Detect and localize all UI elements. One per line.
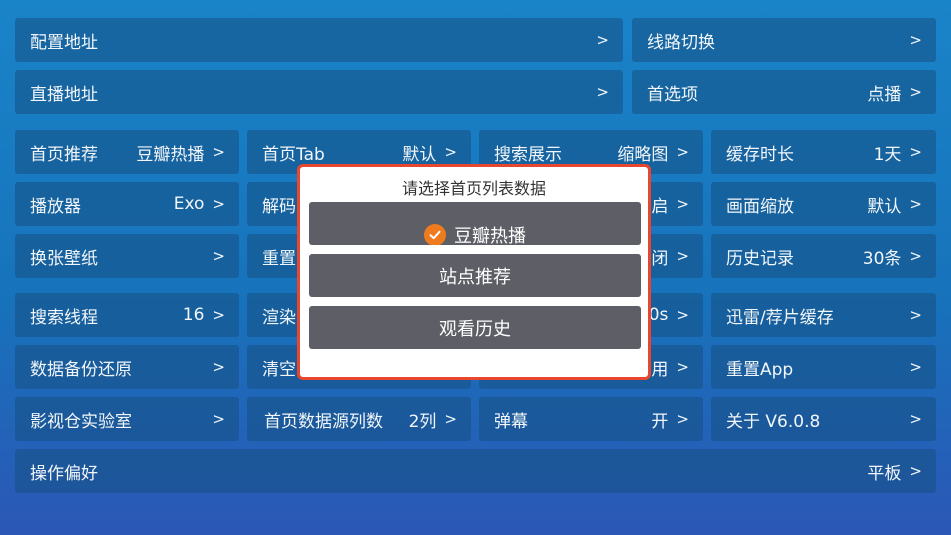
cache-duration-label: 缓存时长 (726, 144, 794, 165)
player-row[interactable]: 播放器 Exo > (15, 182, 239, 226)
chevron-right-icon: > (676, 195, 689, 213)
reset-app-label: 重置App (726, 359, 794, 380)
chevron-right-icon: > (596, 83, 609, 101)
chevron-right-icon: > (676, 410, 689, 428)
operation-pref-label: 操作偏好 (30, 463, 98, 484)
chevron-right-icon: > (212, 247, 225, 265)
home-tab-value: 默认 (402, 144, 437, 165)
dialog-option-site-recommend[interactable]: 站点推荐 (309, 254, 641, 297)
chevron-right-icon: > (909, 462, 922, 480)
thunder-cache-row[interactable]: 迅雷/荐片缓存 > (711, 293, 936, 337)
chevron-right-icon: > (676, 306, 689, 324)
chevron-right-icon: > (676, 247, 689, 265)
search-display-label: 搜索展示 (494, 144, 562, 165)
reset-label: 重置 (262, 248, 296, 269)
dialog-option-label: 观看历史 (439, 318, 511, 340)
config-address-label: 配置地址 (30, 32, 98, 53)
chevron-right-icon: > (212, 143, 225, 161)
dialog-option-watch-history[interactable]: 观看历史 (309, 306, 641, 349)
data-backup-row[interactable]: 数据备份还原 > (15, 345, 239, 389)
live-address-row[interactable]: 直播地址 > (15, 70, 623, 114)
chevron-right-icon: > (909, 83, 922, 101)
operation-pref-value: 平板 (867, 463, 902, 484)
dialog-title: 请选择首页列表数据 (401, 179, 546, 198)
home-list-data-dialog: 请选择首页列表数据 豆瓣热播 站点推荐 观看历史 (297, 164, 651, 380)
player-value: Exo (173, 194, 205, 214)
preferences-label: 首选项 (647, 84, 698, 105)
dialog-option-label: 站点推荐 (439, 266, 511, 288)
chevron-right-icon: > (909, 306, 922, 324)
history-label: 历史记录 (726, 248, 794, 269)
line-switch-label: 线路切换 (647, 32, 715, 53)
home-recommend-value: 豆瓣热播 (136, 144, 205, 165)
reset-value: 闭 (651, 248, 669, 269)
home-tab-label: 首页Tab (262, 144, 325, 165)
search-threads-value: 16 (182, 305, 205, 325)
chevron-right-icon: > (676, 143, 689, 161)
config-address-row[interactable]: 配置地址 > (15, 18, 623, 62)
danmaku-label: 弹幕 (494, 411, 528, 432)
lab-label: 影视仓实验室 (30, 411, 132, 432)
danmaku-value: 开 (651, 411, 669, 432)
home-source-cols-row[interactable]: 首页数据源列数 2列 > (247, 397, 471, 441)
chevron-right-icon: > (909, 195, 922, 213)
screen-zoom-value: 默认 (867, 196, 902, 217)
chevron-right-icon: > (909, 31, 922, 49)
search-threads-row[interactable]: 搜索线程 16 > (15, 293, 239, 337)
thunder-cache-label: 迅雷/荐片缓存 (726, 307, 834, 328)
clear-cache-value: 用 (651, 359, 669, 380)
cache-duration-row[interactable]: 缓存时长 1天 > (711, 130, 936, 174)
chevron-right-icon: > (676, 358, 689, 376)
home-source-cols-value: 2列 (408, 411, 437, 432)
chevron-right-icon: > (212, 195, 225, 213)
lab-row[interactable]: 影视仓实验室 > (15, 397, 239, 441)
change-wallpaper-row[interactable]: 换张壁纸 > (15, 234, 239, 278)
chevron-right-icon: > (212, 410, 225, 428)
decode-label: 解码 (262, 196, 296, 217)
screen-zoom-label: 画面缩放 (726, 196, 794, 217)
line-switch-row[interactable]: 线路切换 > (632, 18, 936, 62)
decode-value: 启 (651, 196, 669, 217)
clear-cache-label: 清空 (262, 359, 296, 380)
render-label: 渲染 (262, 307, 296, 328)
chevron-right-icon: > (909, 247, 922, 265)
about-label: 关于 V6.0.8 (726, 411, 821, 432)
home-recommend-label: 首页推荐 (30, 144, 98, 165)
live-address-label: 直播地址 (30, 84, 98, 105)
chevron-right-icon: > (444, 143, 457, 161)
preferences-row[interactable]: 首选项 点播 > (632, 70, 936, 114)
data-backup-label: 数据备份还原 (30, 359, 132, 380)
dialog-option-label: 豆瓣热播 (454, 225, 526, 246)
reset-app-row[interactable]: 重置App > (711, 345, 936, 389)
preferences-value: 点播 (867, 84, 902, 105)
checkmark-icon (424, 223, 446, 245)
render-value: 0s (648, 305, 669, 325)
chevron-right-icon: > (909, 143, 922, 161)
search-display-value: 缩略图 (617, 144, 669, 165)
history-row[interactable]: 历史记录 30条 > (711, 234, 936, 278)
dialog-option-douban[interactable]: 豆瓣热播 (309, 202, 641, 245)
history-value: 30条 (862, 248, 902, 269)
chevron-right-icon: > (212, 306, 225, 324)
chevron-right-icon: > (444, 410, 457, 428)
change-wallpaper-label: 换张壁纸 (30, 248, 98, 269)
operation-pref-row[interactable]: 操作偏好 平板 > (15, 449, 936, 493)
chevron-right-icon: > (596, 31, 609, 49)
player-label: 播放器 (30, 196, 81, 217)
chevron-right-icon: > (909, 410, 922, 428)
about-row[interactable]: 关于 V6.0.8 > (711, 397, 936, 441)
danmaku-row[interactable]: 弹幕 开 > (479, 397, 703, 441)
home-source-cols-label: 首页数据源列数 (264, 411, 383, 432)
screen-zoom-row[interactable]: 画面缩放 默认 > (711, 182, 936, 226)
cache-duration-value: 1天 (873, 144, 902, 165)
chevron-right-icon: > (909, 358, 922, 376)
search-threads-label: 搜索线程 (30, 307, 98, 328)
chevron-right-icon: > (212, 358, 225, 376)
home-recommend-row[interactable]: 首页推荐 豆瓣热播 > (15, 130, 239, 174)
